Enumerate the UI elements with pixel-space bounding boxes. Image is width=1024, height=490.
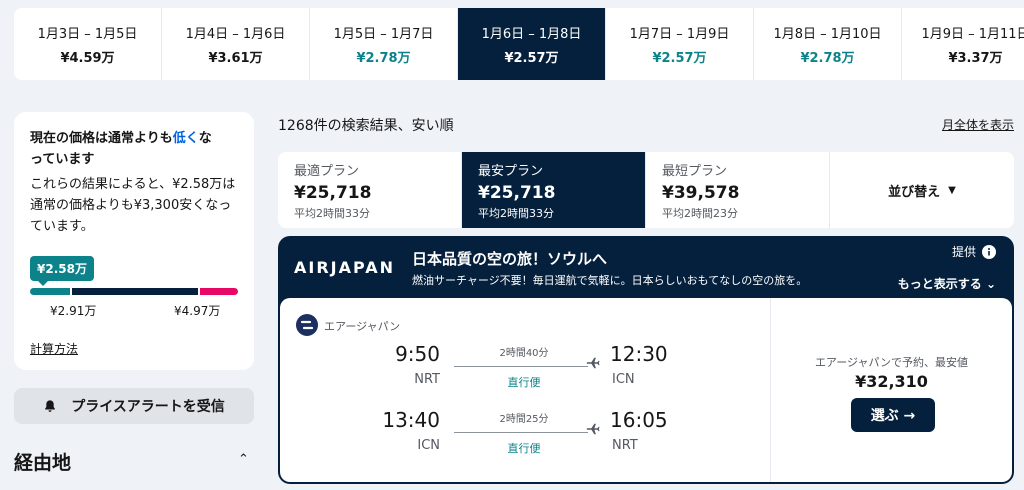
arrival-airport: ICN	[612, 372, 635, 387]
select-button[interactable]: 選ぶ →	[851, 398, 935, 432]
price-alert-label: プライスアラートを受信	[71, 399, 225, 415]
date-price: ¥2.57万	[504, 50, 559, 66]
price-range-bar	[30, 288, 238, 295]
flight-card[interactable]: エアージャパン 9:50 NRT 2時間40分 直行便 12:30 ICN 13…	[280, 298, 1012, 482]
tab-duration: 平均2時間33分	[294, 207, 370, 220]
date-price: ¥3.37万	[948, 50, 1003, 66]
tab-cheapest[interactable]: 最安プラン ¥25,718 平均2時間33分	[462, 152, 646, 228]
show-more-link[interactable]: もっと表示する ⌄	[898, 275, 996, 292]
date-price: ¥2.78万	[356, 50, 411, 66]
tab-best[interactable]: 最適プラン ¥25,718 平均2時間33分	[278, 152, 462, 228]
current-price-badge: ¥2.58万	[30, 256, 94, 286]
booking-price: ¥32,310	[855, 372, 928, 391]
provided-label: 提供	[951, 245, 976, 259]
ad-subtext: 燃油サーチャージ不要！毎日運航で気軽に。日本らしいおもてなしの空の旅を。	[412, 274, 808, 287]
tab-price: ¥25,718	[478, 183, 556, 203]
departure-airport: ICN	[417, 438, 440, 453]
tab-duration: 平均2時間23分	[662, 207, 738, 220]
date-option[interactable]: 1月8日 – 1月10日 ¥2.78万	[754, 8, 902, 80]
date-price: ¥2.57万	[652, 50, 707, 66]
sort-tabs: 最適プラン ¥25,718 平均2時間33分 最安プラン ¥25,718 平均2…	[278, 152, 1014, 228]
date-price: ¥2.78万	[800, 50, 855, 66]
price-insight-card: 現在の価格は通常よりも低くな っています これらの結果によると、¥2.58万は通…	[14, 112, 254, 370]
price-range-low-segment	[30, 288, 70, 295]
date-range: 1月6日 – 1月8日	[481, 26, 582, 42]
calculation-method-link[interactable]: 計算方法	[30, 340, 78, 357]
outbound-leg: 9:50 NRT 2時間40分 直行便 12:30 ICN	[280, 342, 770, 398]
tab-price: ¥39,578	[662, 183, 740, 203]
date-range: 1月8日 – 1月10日	[773, 26, 882, 42]
results-count: 1268件の検索結果、安い順	[278, 118, 454, 134]
tab-label: 最適プラン	[294, 164, 360, 179]
date-option[interactable]: 1月7日 – 1月9日 ¥2.57万	[606, 8, 754, 80]
tab-duration: 平均2時間33分	[478, 207, 554, 220]
plane-icon	[586, 423, 600, 435]
date-strip: 1月3日 – 1月5日 ¥4.59万 1月4日 – 1月6日 ¥3.61万 1月…	[14, 8, 1024, 80]
tab-price: ¥25,718	[294, 183, 372, 203]
tab-fastest[interactable]: 最短プラン ¥39,578 平均2時間23分	[646, 152, 830, 228]
departure-time: 13:40	[382, 408, 440, 432]
booking-label: エアージャパンで予約、最安値	[814, 356, 969, 369]
departure-time: 9:50	[395, 342, 440, 366]
date-price: ¥4.59万	[60, 50, 115, 66]
flight-duration: 2時間40分	[499, 348, 549, 359]
price-alert-button[interactable]: プライスアラートを受信	[14, 388, 254, 424]
date-option[interactable]: 1月9日 – 1月11日 ¥3.37万	[902, 8, 1024, 80]
show-whole-month-link[interactable]: 月全体を表示	[942, 116, 1014, 133]
tab-label: 最安プラン	[478, 164, 544, 179]
airline-logo-icon	[296, 314, 318, 336]
sort-dropdown-label: 並び替え	[888, 184, 941, 200]
date-range: 1月4日 – 1月6日	[185, 26, 286, 42]
date-option[interactable]: 1月5日 – 1月7日 ¥2.78万	[310, 8, 458, 80]
ad-provided-by[interactable]: 提供	[952, 243, 996, 260]
price-range-high-label: ¥4.97万	[174, 304, 221, 318]
price-range-high-segment	[198, 288, 238, 295]
stops-label: 直行便	[507, 376, 541, 389]
info-icon	[982, 244, 996, 259]
sponsored-ad-card: AIRJAPAN 日本品質の空の旅！ソウルへ 燃油サーチャージ不要！毎日運航で気…	[278, 236, 1014, 484]
date-range: 1月5日 – 1月7日	[333, 26, 434, 42]
title-part: な	[198, 131, 212, 146]
return-leg: 13:40 ICN 2時間25分 直行便 16:05 NRT	[280, 408, 770, 464]
date-option[interactable]: 1月4日 – 1月6日 ¥3.61万	[162, 8, 310, 80]
airline-name: エアージャパン	[324, 320, 401, 333]
arrival-time: 16:05	[610, 408, 668, 432]
booking-panel: エアージャパンで予約、最安値 ¥32,310 選ぶ →	[770, 298, 1012, 482]
arrival-time: 12:30	[610, 342, 668, 366]
sort-dropdown[interactable]: 並び替え ▼	[830, 152, 1014, 228]
price-insight-title: 現在の価格は通常よりも低くな っています	[30, 128, 238, 170]
price-range-typical-segment	[70, 288, 198, 295]
caret-down-icon: ▼	[948, 184, 956, 196]
airjapan-logo: AIRJAPAN	[294, 258, 396, 277]
date-range: 1月3日 – 1月5日	[37, 26, 138, 42]
chevron-up-icon[interactable]: ⌃	[238, 452, 249, 467]
tab-label: 最短プラン	[662, 164, 728, 179]
date-price: ¥3.61万	[208, 50, 263, 66]
title-part: っています	[30, 152, 95, 167]
date-range: 1月7日 – 1月9日	[629, 26, 730, 42]
stops-filter-title: 経由地	[14, 452, 72, 474]
ad-headline: 日本品質の空の旅！ソウルへ	[412, 250, 608, 268]
plane-icon	[586, 357, 600, 369]
stops-label: 直行便	[507, 442, 541, 455]
arrival-airport: NRT	[612, 438, 638, 453]
departure-airport: NRT	[414, 372, 440, 387]
route-line	[454, 366, 588, 367]
date-range: 1月9日 – 1月11日	[921, 26, 1024, 42]
date-option-selected[interactable]: 1月6日 – 1月8日 ¥2.57万	[458, 8, 606, 80]
title-part: 現在の価格は通常よりも	[30, 131, 173, 146]
price-insight-description: これらの結果によると、¥2.58万は通常の価格よりも¥3,300安くなっています…	[30, 177, 236, 234]
price-range-low-label: ¥2.91万	[50, 304, 97, 318]
title-highlight: 低く	[172, 131, 199, 146]
route-line	[454, 432, 588, 433]
flight-duration: 2時間25分	[499, 414, 549, 425]
bell-icon	[45, 400, 56, 412]
date-option[interactable]: 1月3日 – 1月5日 ¥4.59万	[14, 8, 162, 80]
